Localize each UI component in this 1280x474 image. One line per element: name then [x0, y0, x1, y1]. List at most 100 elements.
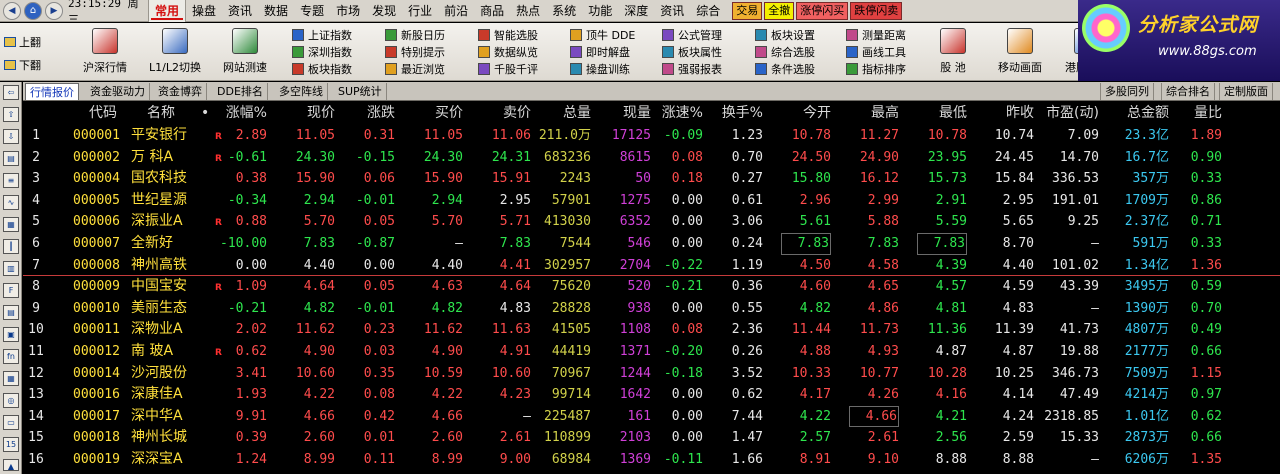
menu-item[interactable]: 数据: [258, 0, 294, 22]
menu-item[interactable]: 综合: [690, 0, 726, 22]
menu-item[interactable]: 功能: [582, 0, 618, 22]
stock-name[interactable]: 国农科技: [131, 168, 187, 190]
toolbar-small-button[interactable]: 板块指数: [292, 61, 352, 77]
menu-item[interactable]: 热点: [510, 0, 546, 22]
toolbar-small-button[interactable]: 即时解盘: [570, 44, 630, 60]
stock-name[interactable]: 南 玻A: [131, 341, 173, 363]
stock-code[interactable]: 000006: [73, 211, 120, 233]
stock-code[interactable]: 000007: [73, 233, 120, 255]
tab-5[interactable]: SUP统计: [334, 83, 387, 100]
stock-name[interactable]: 深深宝A: [131, 449, 183, 471]
table-row[interactable]: 8 000009 中国宝安 R 1.09 4.64 0.05 4.63 4.64 75620 520…: [23, 276, 1280, 298]
notes-icon[interactable]: ▤: [3, 305, 19, 320]
menu-item[interactable]: 资讯: [654, 0, 690, 22]
column-header[interactable]: 换手%: [713, 104, 763, 123]
toolbar-small-button[interactable]: 指标排序: [846, 61, 906, 77]
arrow-down-icon[interactable]: ⇩: [3, 129, 19, 144]
table-row[interactable]: 6 000007 全新好 -10.00 7.83 -0.87 — 7.83 7544 546 0.0…: [23, 233, 1280, 255]
grid-icon[interactable]: ▥: [3, 261, 19, 276]
menu-item[interactable]: 系统: [546, 0, 582, 22]
table-row[interactable]: 14 000017 深中华A 9.91 4.66 0.42 4.66 — 225487 161 0.…: [23, 405, 1280, 428]
column-header[interactable]: 卖价: [477, 104, 531, 123]
table-row[interactable]: 12 000014 沙河股份 3.41 10.60 0.35 10.59 10.60 70967…: [23, 363, 1280, 385]
table-row[interactable]: 7 000008 神州高铁 0.00 4.40 0.00 4.40 4.41 302957 270…: [23, 255, 1280, 277]
chart-icon[interactable]: ▲: [3, 459, 19, 471]
table-row[interactable]: 1 000001 平安银行 R 2.89 11.05 0.31 11.05 11.06 211.0…: [23, 125, 1280, 147]
column-header[interactable]: 昨收: [984, 104, 1034, 123]
menu-item[interactable]: 资讯: [222, 0, 258, 22]
column-header[interactable]: 涨幅%: [219, 104, 267, 123]
column-header[interactable]: 买价: [409, 104, 463, 123]
arrow-left-icon[interactable]: ⇦: [3, 85, 19, 100]
stock-code[interactable]: 000009: [73, 276, 120, 298]
column-header[interactable]: 最低: [917, 104, 967, 123]
toolbar-small-button[interactable]: 数据纵览: [478, 44, 538, 60]
toolbar-small-button[interactable]: 深圳指数: [292, 44, 352, 60]
toolbar-small-button[interactable]: 特别提示: [385, 44, 445, 60]
trade-button[interactable]: 交易: [732, 1, 763, 20]
menu-item[interactable]: 行业: [402, 0, 438, 22]
table-icon[interactable]: ▦: [3, 217, 19, 232]
column-header[interactable]: 市盈(动): [1041, 104, 1099, 123]
page-down-button[interactable]: 下翻: [4, 57, 41, 73]
column-header[interactable]: 最高: [849, 104, 899, 123]
table-row[interactable]: 15 000018 神州长城 0.39 2.60 0.01 2.60 2.61 110899 21…: [23, 427, 1280, 449]
stock-code[interactable]: 000004: [73, 168, 120, 190]
stock-name[interactable]: 深中华A: [131, 406, 183, 428]
menu-item[interactable]: 专题: [294, 0, 330, 22]
column-header[interactable]: 涨跌: [343, 104, 395, 123]
tab-2[interactable]: 资金博弈: [154, 83, 207, 100]
folder-icon[interactable]: ▭: [3, 415, 19, 430]
toolbar-small-button[interactable]: 条件选股: [755, 61, 815, 77]
toolbar-button[interactable]: 移动画面: [985, 26, 1055, 78]
toolbar-small-button[interactable]: 千股千评: [478, 61, 538, 77]
trade-button[interactable]: 涨停闪买: [796, 1, 849, 20]
page-up-button[interactable]: 上翻: [4, 34, 41, 50]
trade-button[interactable]: 跌停闪卖: [850, 1, 903, 20]
arrow-up-icon[interactable]: ⇧: [3, 107, 19, 122]
line-chart-icon[interactable]: ∿: [3, 195, 19, 210]
column-header[interactable]: 涨速%: [651, 104, 703, 123]
tab-3[interactable]: DDE排名: [213, 83, 268, 100]
stock-name[interactable]: 万 科A: [131, 147, 173, 169]
f10-icon[interactable]: F: [3, 283, 19, 298]
toolbar-small-button[interactable]: 顶牛 DDE: [570, 27, 635, 43]
tab-4[interactable]: 多空阵线: [275, 83, 328, 100]
stock-name[interactable]: 神州高铁: [131, 255, 187, 277]
column-header[interactable]: 总量: [535, 104, 591, 123]
column-header[interactable]: 总金额: [1111, 104, 1169, 123]
stock-code[interactable]: 000011: [73, 319, 120, 341]
tab-0[interactable]: 行情报价: [25, 83, 79, 100]
menu-item[interactable]: 发现: [366, 0, 402, 22]
column-header[interactable]: 量比: [1171, 104, 1222, 123]
toolbar-button[interactable]: 网站测速: [210, 26, 280, 78]
stock-name[interactable]: 中国宝安: [131, 276, 187, 298]
calc-icon[interactable]: ▣: [3, 327, 19, 342]
column-header[interactable]: •: [201, 104, 211, 123]
stock-code[interactable]: 000018: [73, 427, 120, 449]
stock-name[interactable]: 世纪星源: [131, 190, 187, 212]
toolbar-small-button[interactable]: 板块设置: [755, 27, 815, 43]
forward-icon[interactable]: ▶: [45, 1, 63, 20]
stock-code[interactable]: 000014: [73, 363, 120, 385]
stock-code[interactable]: 000019: [73, 449, 120, 471]
stock-name[interactable]: 深振业A: [131, 211, 183, 233]
table-row[interactable]: 2 000002 万 科A R -0.61 24.30 -0.15 24.30 24.31 683…: [23, 147, 1280, 169]
table-row[interactable]: 5 000006 深振业A R 0.88 5.70 0.05 5.70 5.71 413030 63…: [23, 211, 1280, 233]
toolbar-button[interactable]: 沪深行情: [70, 26, 140, 78]
list-icon[interactable]: ≡: [3, 173, 19, 188]
stock-code[interactable]: 000017: [73, 406, 120, 428]
menu-item[interactable]: 市场: [330, 0, 366, 22]
toolbar-button[interactable]: L1/L2切换: [140, 26, 210, 78]
column-header[interactable]: 名称: [131, 104, 191, 123]
toolbar-small-button[interactable]: 公式管理: [662, 27, 722, 43]
stock-name[interactable]: 深物业A: [131, 319, 183, 341]
stock-name[interactable]: 全新好: [131, 233, 173, 255]
stock-code[interactable]: 000002: [73, 147, 120, 169]
candle-icon[interactable]: ┃: [3, 239, 19, 254]
home-icon[interactable]: ⌂: [24, 1, 42, 20]
right-tab-0[interactable]: 多股同列: [1100, 83, 1154, 100]
toolbar-small-button[interactable]: 强弱报表: [662, 61, 722, 77]
table-row[interactable]: 4 000005 世纪星源 -0.34 2.94 -0.01 2.94 2.95 57901 12…: [23, 190, 1280, 212]
toolbar-small-button[interactable]: 板块属性: [662, 44, 722, 60]
